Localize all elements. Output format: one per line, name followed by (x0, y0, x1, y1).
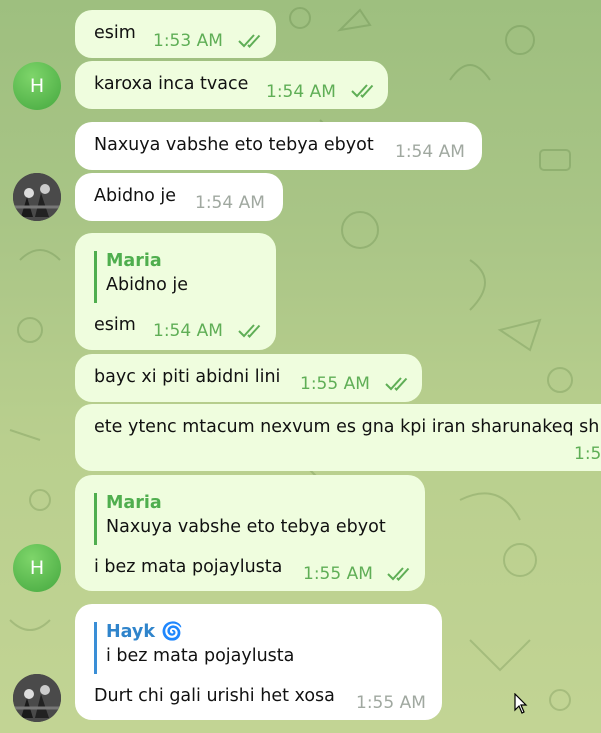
reply-text: Naxuya vabshe eto tebya ebyot (106, 517, 386, 537)
read-checkmarks-icon (387, 567, 410, 581)
message-time: 1:55 AM (300, 374, 370, 394)
message-time: 1:54 AM (395, 142, 465, 162)
message-text: esim (94, 315, 136, 335)
message-text: Durt chi gali urishi het xosa (94, 686, 335, 706)
avatar-photo-icon (13, 173, 61, 221)
message-text: ete ytenc mtacum nexvum es gna kpi iran … (94, 417, 600, 437)
message-text: Abidno je (94, 186, 177, 206)
message-text: esim (94, 23, 136, 43)
reply-text: i bez mata pojaylusta (106, 646, 295, 666)
message-bubble[interactable]: karoxa inca tvace 1:54 AM (75, 61, 388, 109)
reply-author-name: Hayk (106, 622, 155, 642)
reply-text: Abidno je (106, 275, 189, 295)
reply-quote[interactable]: Hayk 🌀 i bez mata pojaylusta (94, 622, 294, 674)
spiral-emoji-icon: 🌀 (161, 622, 183, 642)
reply-author: Maria (106, 493, 162, 513)
reply-quote[interactable]: Maria Naxuya vabshe eto tebya ebyot (94, 493, 386, 545)
message-bubble[interactable]: Maria Abidno je esim 1:54 AM (75, 233, 276, 350)
message-text: karoxa inca tvace (94, 74, 249, 94)
avatar[interactable] (13, 173, 61, 221)
avatar-initial: H (29, 557, 45, 579)
read-checkmarks-icon (238, 34, 261, 48)
message-time: 1:5 (574, 444, 601, 464)
message-time: 1:55 AM (356, 693, 426, 713)
reply-author: Maria (106, 251, 162, 271)
message-time: 1:54 AM (266, 82, 336, 102)
message-time: 1:54 AM (195, 193, 265, 213)
message-text: bayc xi piti abidni lini (94, 367, 281, 387)
message-bubble[interactable]: ete ytenc mtacum nexvum es gna kpi iran … (75, 404, 601, 471)
avatar[interactable]: H (13, 62, 61, 110)
mouse-cursor-icon (514, 693, 528, 714)
avatar[interactable]: H (13, 544, 61, 592)
message-time: 1:55 AM (303, 564, 373, 584)
avatar-initial: H (29, 75, 45, 97)
message-time: 1:54 AM (153, 321, 223, 341)
message-bubble[interactable]: Maria Naxuya vabshe eto tebya ebyot i be… (75, 475, 425, 591)
message-bubble[interactable]: bayc xi piti abidni lini 1:55 AM (75, 354, 422, 402)
message-text: Naxuya vabshe eto tebya ebyot (94, 135, 374, 155)
reply-author: Hayk 🌀 (106, 622, 294, 642)
reply-quote[interactable]: Maria Abidno je (94, 251, 188, 303)
message-bubble[interactable]: Abidno je 1:54 AM (75, 173, 283, 221)
message-time: 1:53 AM (153, 31, 223, 51)
avatar-photo-icon (13, 674, 61, 722)
avatar[interactable] (13, 674, 61, 722)
message-text: i bez mata pojaylusta (94, 557, 283, 577)
message-bubble[interactable]: Naxuya vabshe eto tebya ebyot 1:54 AM (75, 122, 482, 170)
message-bubble[interactable]: Hayk 🌀 i bez mata pojaylusta Durt chi ga… (75, 604, 442, 720)
read-checkmarks-icon (351, 84, 374, 98)
message-bubble[interactable]: esim 1:53 AM (75, 10, 276, 58)
read-checkmarks-icon (385, 377, 408, 391)
read-checkmarks-icon (238, 324, 261, 338)
